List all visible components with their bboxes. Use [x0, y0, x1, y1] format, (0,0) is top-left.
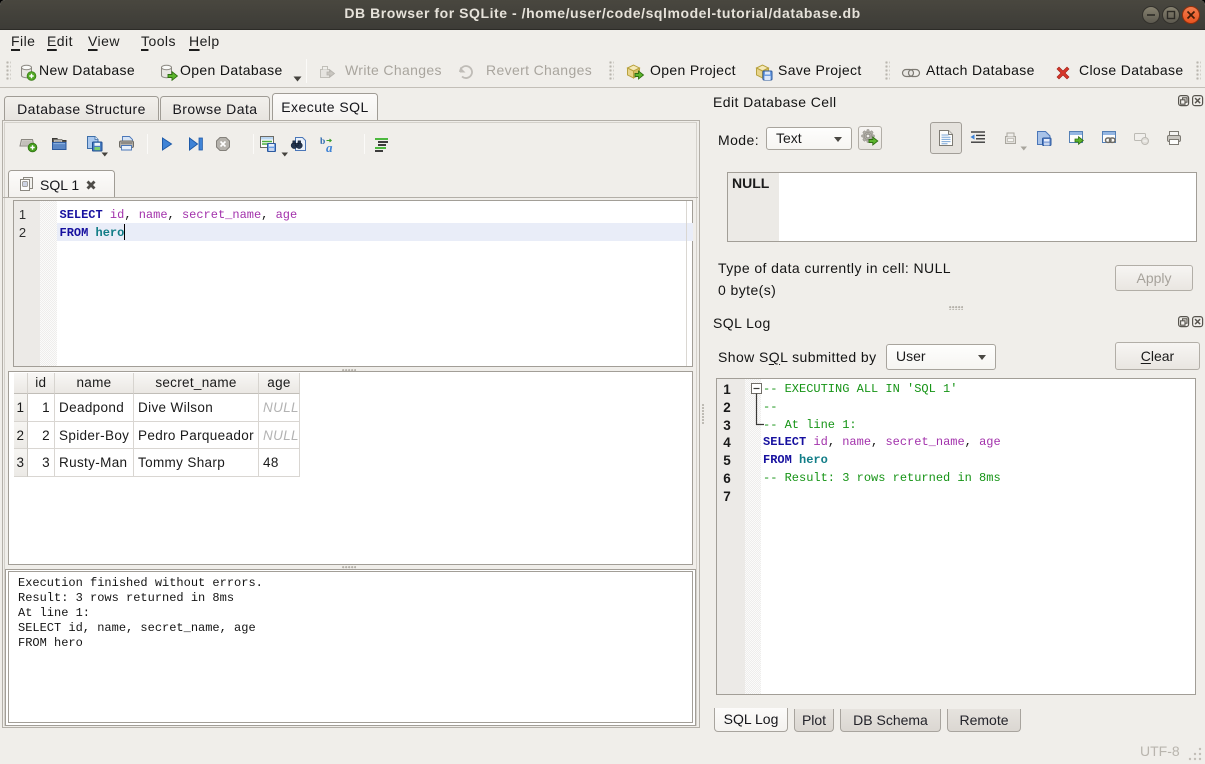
svg-text:b: b: [320, 137, 325, 147]
svg-text:a: a: [326, 140, 333, 153]
